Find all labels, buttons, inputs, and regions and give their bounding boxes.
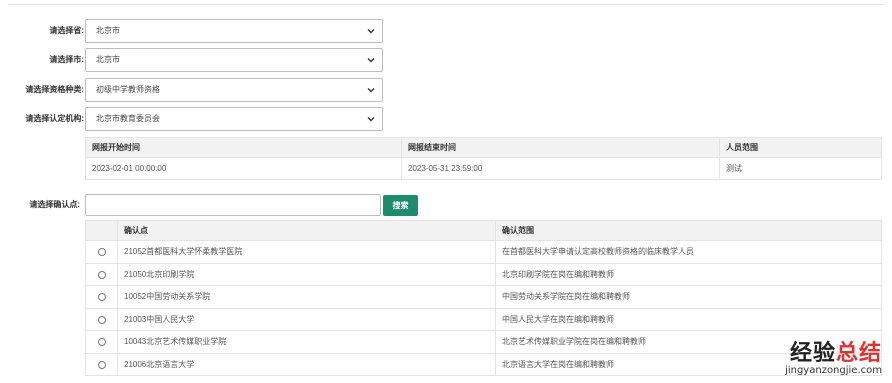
province-row: 请选择省: 北京市 (0, 19, 400, 43)
confirmation-point-cell: 10043北京艺术传媒职业学院 (117, 330, 496, 354)
confirmation-point-cell: 21050北京印刷学院 (117, 262, 496, 286)
column-header: 网报结束时间 (401, 137, 720, 158)
qualification-label: 请选择资格种类: (25, 85, 84, 94)
chevron-down-icon (367, 29, 375, 34)
province-select[interactable]: 北京市 (85, 19, 383, 43)
agency-label: 请选择认定机构: (25, 114, 84, 123)
top-divider (8, 4, 884, 5)
qualification-row: 请选择资格种类: 初级中学教师资格 (0, 78, 400, 102)
confirmation-scope-cell: 在首都医科大学申请认定高校教师资格的临床教学人员 (495, 240, 882, 264)
radio-button[interactable] (97, 338, 106, 347)
row-select-cell[interactable] (85, 307, 118, 331)
confirmation-scope-cell: 中国人民大学在岗在编和聘教师 (495, 307, 882, 331)
row-select-cell[interactable] (85, 262, 118, 286)
radio-button[interactable] (97, 248, 106, 257)
city-label: 请选择市: (49, 55, 84, 64)
chevron-down-icon (367, 117, 375, 122)
table-row: 2023-02-01 00:00:00 2023-05-31 23:59:00 … (85, 157, 882, 180)
table-row[interactable]: 21052首都医科大学怀柔教学医院 在首都医科大学申请认定高校教师资格的临床教学… (85, 240, 882, 264)
watermark-title-black: 经验 (789, 341, 836, 366)
column-header: 确认范围 (495, 220, 882, 241)
qualification-select-value: 初级中学教师资格 (96, 85, 160, 94)
confirmation-point-cell: 10052中国劳动关系学院 (117, 285, 496, 309)
radio-button[interactable] (97, 270, 106, 279)
table-row[interactable]: 21003中国人民大学 中国人民大学在岗在编和聘教师 (85, 307, 882, 331)
column-header (85, 220, 118, 241)
site-watermark: 经验总结 jingyanzongjie.com (716, 335, 886, 381)
row-select-cell[interactable] (85, 352, 118, 376)
table-header-row: 确认点 确认范围 (85, 220, 882, 241)
city-select[interactable]: 北京市 (85, 48, 383, 72)
city-row: 请选择市: 北京市 (0, 48, 400, 72)
confirmation-point-search-input[interactable] (85, 194, 381, 216)
table-header-row: 网报开始时间 网报结束时间 人员范围 (85, 137, 882, 158)
confirmation-point-label: 请选择确认点: (29, 200, 80, 209)
row-select-cell[interactable] (85, 240, 118, 264)
chevron-down-icon (367, 88, 375, 93)
confirmation-point-cell: 21003中国人民大学 (117, 307, 496, 331)
qualification-select[interactable]: 初级中学教师资格 (85, 78, 383, 102)
row-select-cell[interactable] (85, 285, 118, 309)
start-time-cell: 2023-02-01 00:00:00 (85, 157, 402, 180)
radio-button[interactable] (97, 360, 106, 369)
confirmation-point-cell: 21006北京语言大学 (117, 352, 496, 376)
agency-select[interactable]: 北京市教育委员会 (85, 107, 383, 131)
watermark-url: jingyanzongjie.com (785, 365, 882, 376)
column-header: 确认点 (117, 220, 496, 241)
confirmation-point-cell: 21052首都医科大学怀柔教学医院 (117, 240, 496, 264)
search-button[interactable]: 搜索 (383, 195, 418, 216)
registration-period-table: 网报开始时间 网报结束时间 人员范围 2023-02-01 00:00:00 2… (85, 137, 882, 180)
agency-select-value: 北京市教育委员会 (96, 114, 160, 123)
city-select-value: 北京市 (96, 55, 120, 64)
watermark-title: 经验总结 (790, 335, 882, 367)
chevron-down-icon (367, 58, 375, 63)
scope-cell: 测试 (719, 157, 882, 180)
radio-button[interactable] (97, 293, 106, 302)
end-time-cell: 2023-05-31 23:59:00 (401, 157, 720, 180)
province-label: 请选择省: (49, 26, 84, 35)
row-select-cell[interactable] (85, 330, 118, 354)
watermark-title-red: 总结 (835, 341, 882, 366)
table-row[interactable]: 10052中国劳动关系学院 中国劳动关系学院在岗在编和聘教师 (85, 285, 882, 309)
confirmation-scope-cell: 北京印刷学院在岗在编和聘教师 (495, 262, 882, 286)
agency-row: 请选择认定机构: 北京市教育委员会 (0, 107, 400, 131)
column-header: 网报开始时间 (85, 137, 402, 158)
province-select-value: 北京市 (96, 26, 120, 35)
table-row[interactable]: 21050北京印刷学院 北京印刷学院在岗在编和聘教师 (85, 262, 882, 286)
radio-button[interactable] (97, 315, 106, 324)
confirmation-scope-cell: 中国劳动关系学院在岗在编和聘教师 (495, 285, 882, 309)
column-header: 人员范围 (719, 137, 882, 158)
